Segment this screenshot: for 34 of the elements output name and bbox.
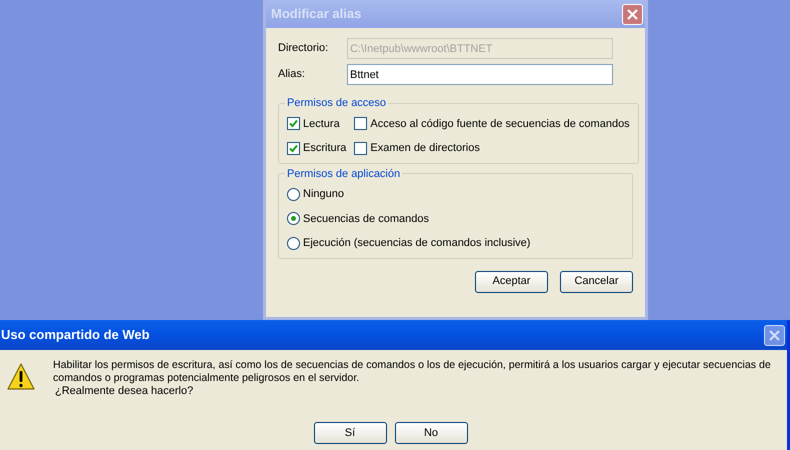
dialog-button[interactable]: Aceptar bbox=[475, 270, 548, 292]
close-button[interactable] bbox=[764, 324, 785, 346]
dialog-button[interactable]: No bbox=[394, 422, 468, 444]
checkbox-label: Lectura bbox=[303, 116, 340, 132]
field-label: Directorio: bbox=[278, 41, 330, 56]
window-title: Modificar alias bbox=[271, 5, 362, 24]
dialog-button[interactable]: Sí bbox=[314, 422, 386, 444]
checkbox[interactable] bbox=[354, 117, 368, 130]
checkbox-label: Acceso al código fuente de secuencias de comandos bbox=[370, 116, 630, 132]
checkbox[interactable] bbox=[287, 117, 300, 130]
message-text: Habilitar los permisos de escritura, así como los de secuencias de comandos o los de ejecución, permitirá a los usuarios cargar y ejecutar secuencias de comandos o programas potencialmente peligrosos en el servidor. bbox=[53, 359, 772, 385]
question-text: ¿Realmente desea hacerlo? bbox=[54, 385, 194, 398]
checkbox-label: Escritura bbox=[303, 141, 346, 156]
radio-button[interactable] bbox=[287, 188, 300, 201]
close-icon bbox=[627, 8, 638, 20]
dialog-button[interactable]: Cancelar bbox=[560, 270, 633, 292]
group-title: Permisos de acceso bbox=[286, 96, 388, 111]
radio-button[interactable] bbox=[287, 236, 300, 250]
warning-icon bbox=[6, 362, 36, 392]
check-icon bbox=[289, 144, 298, 153]
group-title: Permisos de aplicación bbox=[286, 166, 402, 182]
check-icon bbox=[289, 119, 298, 128]
window-title: Uso compartido de Web bbox=[1, 326, 150, 344]
radio-button[interactable] bbox=[287, 212, 300, 226]
field-label: Alias: bbox=[278, 67, 306, 82]
radio-label: Ninguno bbox=[303, 187, 344, 202]
close-button[interactable] bbox=[622, 4, 643, 24]
radio-label: Ejecución (secuencias de comandos inclusive) bbox=[303, 236, 530, 251]
checkbox[interactable] bbox=[287, 142, 300, 155]
checkbox-label: Examen de directorios bbox=[370, 141, 480, 156]
radio-label: Secuencias de comandos bbox=[303, 212, 429, 226]
checkbox[interactable] bbox=[354, 142, 368, 155]
close-icon bbox=[769, 330, 780, 340]
text-field[interactable]: Bttnet bbox=[347, 64, 613, 85]
